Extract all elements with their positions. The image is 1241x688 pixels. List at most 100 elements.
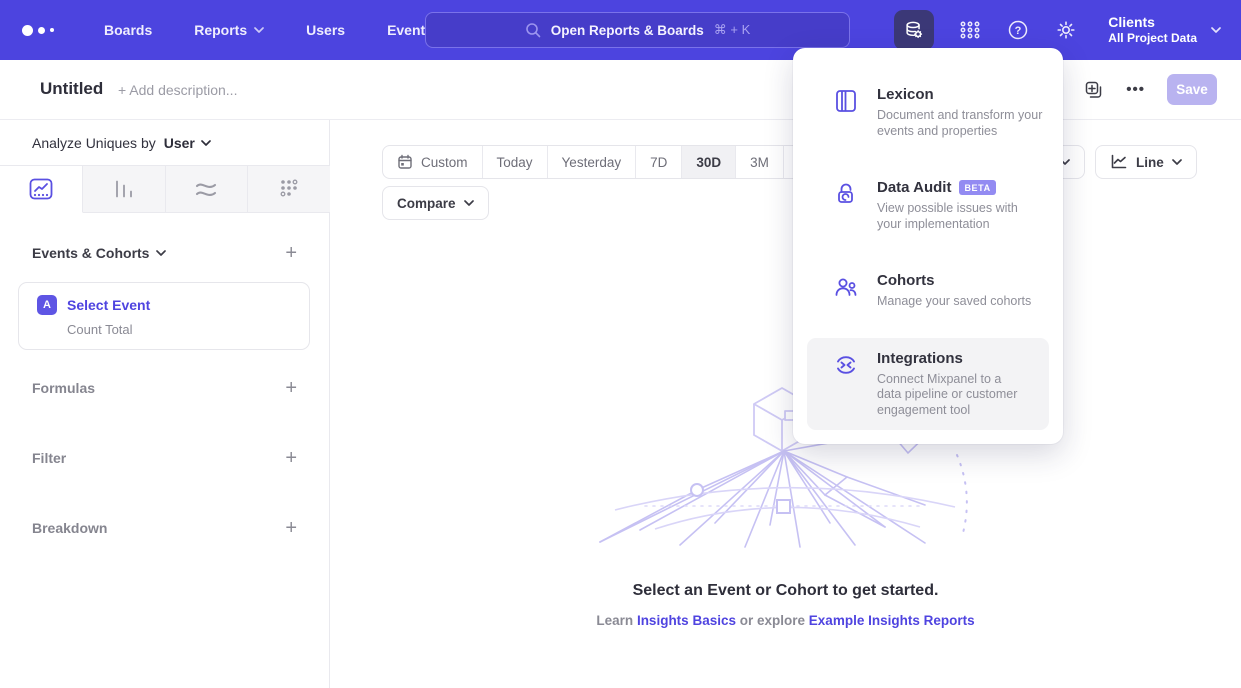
save-button[interactable]: Save <box>1167 74 1217 105</box>
calendar-icon <box>397 154 413 170</box>
data-management-button[interactable] <box>894 10 934 50</box>
chevron-down-icon <box>1172 159 1182 165</box>
analyze-by-value: User <box>164 135 195 151</box>
integrations-title: Integrations <box>877 350 963 367</box>
range-30d-label: 30D <box>696 155 721 170</box>
cohorts-description: Manage your saved cohorts <box>877 294 1031 310</box>
tab-line-chart[interactable] <box>0 166 83 213</box>
empty-state-headline: Select an Event or Cohort to get started… <box>330 582 1241 600</box>
cohorts-people-icon <box>833 274 859 300</box>
events-cohorts-header: Events & Cohorts + <box>32 243 297 263</box>
tab-metrics[interactable] <box>248 166 330 213</box>
add-event-button[interactable]: + <box>285 243 297 263</box>
add-description-field[interactable]: + Add description... <box>118 82 237 98</box>
analyze-by-selector[interactable]: User <box>164 135 211 151</box>
range-3m-label: 3M <box>750 155 769 170</box>
event-card[interactable]: A Select Event Count Total <box>18 282 310 350</box>
lexicon-title: Lexicon <box>877 86 934 103</box>
grid-dots-icon <box>959 19 981 41</box>
line-chart-icon <box>29 178 53 200</box>
filter-section: Filter + <box>32 448 297 468</box>
more-options-button[interactable]: ••• <box>1126 81 1145 98</box>
data-audit-description: View possible issues with your implement… <box>877 201 1043 232</box>
chart-type-tabs <box>0 165 330 213</box>
add-breakdown-button[interactable]: + <box>285 518 297 538</box>
menu-item-data-audit[interactable]: Data Audit BETA View possible issues wit… <box>793 167 1063 244</box>
data-management-menu: Lexicon Document and transform your even… <box>793 48 1063 444</box>
nav-boards-label: Boards <box>104 22 152 38</box>
integrations-description: Connect Mixpanel to a data pipeline or c… <box>877 372 1029 419</box>
example-reports-link[interactable]: Example Insights Reports <box>809 613 975 628</box>
range-7d-label: 7D <box>650 155 667 170</box>
mixpanel-logo[interactable] <box>22 25 68 36</box>
range-custom-label: Custom <box>421 155 468 170</box>
formulas-label: Formulas <box>32 380 95 396</box>
analyze-by-row: Analyze Uniques by User <box>32 120 211 165</box>
chevron-down-icon <box>254 27 264 33</box>
chevron-down-icon <box>1211 27 1221 33</box>
menu-item-cohorts[interactable]: Cohorts Manage your saved cohorts <box>793 260 1063 322</box>
report-title[interactable]: Untitled <box>40 79 103 99</box>
chart-style-label: Line <box>1136 155 1164 170</box>
svg-text:?: ? <box>1015 25 1022 37</box>
tab-flow[interactable] <box>166 166 249 213</box>
range-7d[interactable]: 7D <box>636 146 682 178</box>
add-formula-button[interactable]: + <box>285 378 297 398</box>
events-cohorts-toggle[interactable]: Events & Cohorts <box>32 245 166 261</box>
explore-middle-text: or explore <box>740 613 805 628</box>
project-name: All Project Data <box>1108 31 1197 46</box>
range-custom[interactable]: Custom <box>383 146 483 178</box>
range-yesterday-label: Yesterday <box>562 155 622 170</box>
analyze-by-label: Analyze Uniques by <box>32 135 156 151</box>
formulas-section: Formulas + <box>32 378 297 398</box>
empty-state-links: Learn Insights Basics or explore Example… <box>330 613 1241 628</box>
filter-label: Filter <box>32 450 66 466</box>
search-placeholder: Open Reports & Boards <box>551 23 704 38</box>
breakdown-section: Breakdown + <box>32 518 297 538</box>
lexicon-description: Document and transform your events and p… <box>877 108 1043 139</box>
menu-item-lexicon[interactable]: Lexicon Document and transform your even… <box>793 74 1063 151</box>
nav-users[interactable]: Users <box>306 22 345 38</box>
search-icon <box>525 22 541 38</box>
range-3m[interactable]: 3M <box>736 146 784 178</box>
nav-boards[interactable]: Boards <box>104 22 152 38</box>
global-search-input[interactable]: Open Reports & Boards ⌘ + K <box>425 12 850 48</box>
menu-item-integrations[interactable]: Integrations Connect Mixpanel to a data … <box>807 338 1049 431</box>
duplicate-report-button[interactable] <box>1084 80 1104 100</box>
breakdown-label: Breakdown <box>32 520 107 536</box>
duplicate-icon <box>1084 80 1104 100</box>
nav-users-label: Users <box>306 22 345 38</box>
range-30d[interactable]: 30D <box>682 146 736 178</box>
metric-dots-icon <box>278 178 300 200</box>
chevron-down-icon <box>201 140 211 146</box>
compare-button[interactable]: Compare <box>382 186 489 220</box>
tab-bar-chart[interactable] <box>83 166 166 213</box>
nav-reports-label: Reports <box>194 22 247 38</box>
insights-basics-link[interactable]: Insights Basics <box>637 613 736 628</box>
gear-icon <box>1055 19 1077 41</box>
data-audit-icon <box>833 181 859 207</box>
range-yesterday[interactable]: Yesterday <box>548 146 637 178</box>
add-filter-button[interactable]: + <box>285 448 297 468</box>
chart-style-dropdown[interactable]: Line <box>1095 145 1197 179</box>
header-actions: ••• Save <box>1084 74 1217 105</box>
bar-chart-icon <box>113 178 135 200</box>
line-style-icon <box>1110 154 1128 170</box>
event-aggregation[interactable]: Count Total <box>67 322 309 337</box>
lexicon-book-icon <box>833 88 859 114</box>
nav-reports[interactable]: Reports <box>194 22 264 38</box>
data-audit-title: Data Audit <box>877 179 951 196</box>
select-event-button[interactable]: Select Event <box>67 297 150 313</box>
question-circle-icon: ? <box>1007 19 1029 41</box>
range-today[interactable]: Today <box>483 146 548 178</box>
settings-button[interactable] <box>1054 18 1078 42</box>
project-switcher[interactable]: Clients All Project Data <box>1108 14 1221 46</box>
compare-label: Compare <box>397 196 456 211</box>
apps-grid-button[interactable] <box>958 18 982 42</box>
range-today-label: Today <box>497 155 533 170</box>
help-button[interactable]: ? <box>1006 18 1030 42</box>
date-range-control: Custom Today Yesterday 7D 30D 3M 6M <box>382 145 832 179</box>
chart-area: Custom Today Yesterday 7D 30D 3M 6M Comp… <box>330 120 1241 688</box>
flow-stream-icon <box>194 178 218 200</box>
learn-prefix: Learn <box>596 613 633 628</box>
